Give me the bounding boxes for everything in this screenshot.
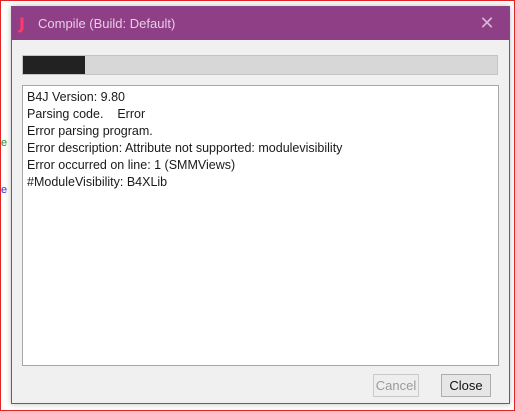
screenshot-canvas: e e J Compile (Build: Default) ✕ B4J Ver… [0,0,515,411]
b4j-logo-icon: J [19,14,25,33]
log-line: Parsing code. Error [27,107,146,121]
dialog-titlebar[interactable]: J Compile (Build: Default) ✕ [12,7,509,40]
cancel-button[interactable]: Cancel [373,374,419,397]
log-line: Error occurred on line: 1 (SMMViews) [27,158,236,172]
log-line: B4J Version: 9.80 [27,90,125,104]
dialog-title: Compile (Build: Default) [38,16,176,31]
compile-progress-bar [22,55,498,75]
log-line: Error description: Attribute not support… [27,141,343,155]
compile-dialog: J Compile (Build: Default) ✕ B4J Version… [11,6,510,404]
background-editor-fragment: e [1,184,8,196]
progress-bar-fill [23,56,85,74]
close-icon[interactable]: ✕ [477,12,497,34]
close-button[interactable]: Close [441,374,491,397]
background-editor-fragment: e [1,137,8,149]
compile-log-output[interactable]: B4J Version: 9.80 Parsing code. Error Erro… [22,85,499,366]
log-line: Error parsing program. [27,124,153,138]
log-line: #ModuleVisibility: B4XLib [27,175,168,189]
